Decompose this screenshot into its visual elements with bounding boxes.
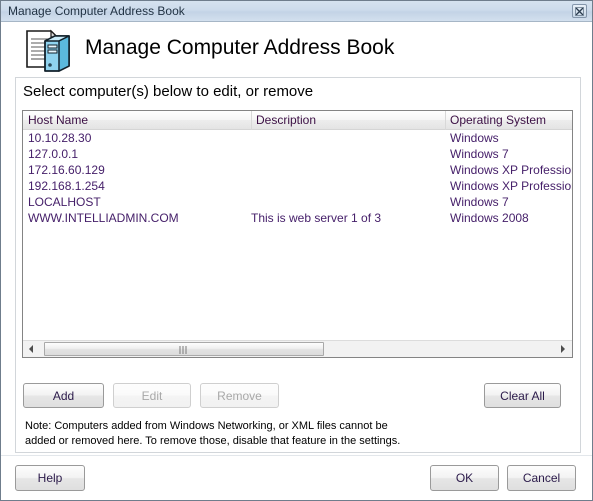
remove-button-label: Remove xyxy=(217,388,262,403)
list-body: 10.10.28.30 Windows 127.0.0.1 Windows 7 … xyxy=(23,130,572,340)
clear-all-button[interactable]: Clear All xyxy=(484,383,561,408)
cancel-button[interactable]: Cancel xyxy=(507,465,576,491)
help-button[interactable]: Help xyxy=(15,465,85,491)
help-button-label: Help xyxy=(37,471,63,485)
window-title: Manage Computer Address Book xyxy=(8,4,185,18)
close-x-glyph xyxy=(575,7,584,16)
table-row[interactable]: 10.10.28.30 Windows xyxy=(23,130,572,146)
cancel-button-label: Cancel xyxy=(522,471,561,485)
cell-operating-system: Windows 7 xyxy=(450,195,509,209)
list-header-row: Host Name Description Operating System xyxy=(23,111,572,130)
dialog-footer: Help OK Cancel xyxy=(1,455,592,500)
clear-all-button-label: Clear All xyxy=(500,388,545,403)
computer-list[interactable]: Host Name Description Operating System 1… xyxy=(22,110,573,358)
dialog-header: Manage Computer Address Book xyxy=(1,22,592,77)
close-icon[interactable] xyxy=(572,4,587,18)
cell-operating-system: Windows 2008 xyxy=(450,211,529,225)
cell-operating-system: Windows XP Professional xyxy=(450,163,572,177)
table-row[interactable]: WWW.INTELLIADMIN.COM This is web server … xyxy=(23,210,572,226)
cell-host-name: 172.16.60.129 xyxy=(28,163,105,177)
cell-host-name: 127.0.0.1 xyxy=(28,147,79,161)
cell-operating-system: Windows XP Professional xyxy=(450,179,572,193)
cell-host-name: 192.168.1.254 xyxy=(28,179,105,193)
note-text: Note: Computers added from Windows Netwo… xyxy=(25,419,555,449)
edit-button[interactable]: Edit xyxy=(113,383,191,408)
cell-operating-system: Windows 7 xyxy=(450,147,509,161)
add-button[interactable]: Add xyxy=(23,383,104,408)
ok-button-label: OK xyxy=(455,471,474,485)
scroll-left-arrow-icon[interactable] xyxy=(23,341,40,357)
scroll-right-arrow-icon[interactable] xyxy=(555,341,572,357)
cell-host-name: 10.10.28.30 xyxy=(28,131,92,145)
note-line-1: Note: Computers added from Windows Netwo… xyxy=(25,420,388,432)
ok-button[interactable]: OK xyxy=(430,465,499,491)
cell-operating-system: Windows xyxy=(450,131,499,145)
cell-host-name: LOCALHOST xyxy=(28,195,101,209)
scrollbar-grip-icon xyxy=(179,346,189,354)
group-box-label: Select computer(s) below to edit, or rem… xyxy=(23,83,314,100)
table-row[interactable]: 172.16.60.129 Windows XP Professional xyxy=(23,162,572,178)
table-row[interactable]: 192.168.1.254 Windows XP Professional xyxy=(23,178,572,194)
scrollbar-thumb[interactable] xyxy=(44,342,324,356)
cell-description: This is web server 1 of 3 xyxy=(251,211,382,225)
manage-computer-address-book-dialog: Manage Computer Address Book Manage Comp… xyxy=(0,0,593,501)
add-button-label: Add xyxy=(52,388,75,403)
column-header-operating-system[interactable]: Operating System xyxy=(445,113,572,130)
remove-button[interactable]: Remove xyxy=(200,383,279,408)
computer-documents-icon xyxy=(23,27,79,75)
table-row[interactable]: 127.0.0.1 Windows 7 xyxy=(23,146,572,162)
table-row[interactable]: LOCALHOST Windows 7 xyxy=(23,194,572,210)
page-title: Manage Computer Address Book xyxy=(85,36,395,59)
edit-button-label: Edit xyxy=(141,388,163,403)
cell-host-name: WWW.INTELLIADMIN.COM xyxy=(28,211,179,225)
column-header-description[interactable]: Description xyxy=(251,113,445,130)
note-line-2: added or removed here. To remove those, … xyxy=(25,435,401,447)
column-header-host-name[interactable]: Host Name xyxy=(23,113,251,130)
horizontal-scrollbar[interactable] xyxy=(23,340,572,357)
title-bar: Manage Computer Address Book xyxy=(1,1,592,22)
